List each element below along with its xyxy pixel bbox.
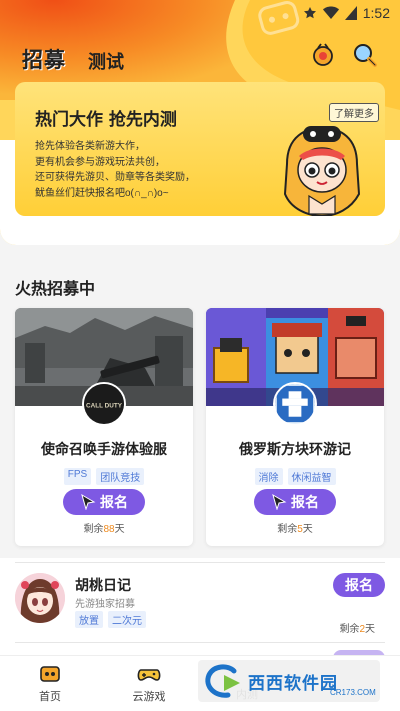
remain-suffix: 天 bbox=[114, 524, 125, 535]
remain-suffix: 天 bbox=[302, 524, 313, 535]
signal-icon bbox=[344, 6, 357, 20]
divider bbox=[15, 642, 385, 643]
remain-prefix: 剩余 bbox=[277, 524, 298, 535]
remain-number: 88 bbox=[103, 524, 115, 535]
game-tag: 消除 bbox=[254, 468, 283, 485]
game-logo bbox=[273, 382, 317, 426]
learn-more-button[interactable]: 了解更多 bbox=[329, 103, 379, 122]
star-icon bbox=[303, 7, 316, 19]
remain-prefix: 剩余 bbox=[339, 624, 360, 635]
banner-line: 抢先体验各类新游大作， bbox=[35, 141, 145, 152]
banner-line: 更有机会参与游戏玩法共创， bbox=[35, 156, 165, 168]
remaining-days: 剩余2天 bbox=[339, 620, 375, 635]
wifi-icon bbox=[322, 6, 339, 19]
game-name: 使命召唤手游体验服 bbox=[41, 442, 167, 458]
banner-line: 还可获得先游贝、勋章等各类奖励， bbox=[35, 172, 195, 183]
mascot-illustration bbox=[283, 126, 361, 216]
status-bar: 1:52 bbox=[0, 0, 400, 26]
recruit-card[interactable]: CALL DUTY 使命召唤手游体验服 FPS 团队竞技 报名 剩余88天 bbox=[15, 308, 193, 546]
nav-cloud-label: 云游戏 bbox=[132, 691, 166, 703]
list-item-tags: 放置 二次元 bbox=[75, 611, 146, 628]
cursor-icon bbox=[272, 494, 287, 510]
search-icon[interactable] bbox=[352, 42, 378, 68]
game-tag: 休闲益智 bbox=[287, 468, 336, 485]
remaining-days: 剩余5天 bbox=[206, 520, 384, 535]
top-tabs: 招募 测试 bbox=[22, 44, 124, 74]
status-time: 1:52 bbox=[362, 5, 390, 21]
divider bbox=[15, 562, 385, 563]
game-name: 俄罗斯方块环游记 bbox=[239, 442, 351, 458]
apply-button[interactable]: 报名 bbox=[333, 573, 385, 597]
tab-test[interactable]: 测试 bbox=[88, 48, 124, 74]
list-item-name: 胡桃日记 bbox=[75, 578, 131, 594]
header-icons bbox=[310, 42, 378, 68]
tab-recruit[interactable]: 招募 bbox=[22, 44, 66, 74]
home-icon bbox=[40, 666, 60, 682]
game-logo-text: CALL DUTY bbox=[86, 403, 123, 410]
game-tags: 消除 休闲益智 bbox=[206, 468, 384, 485]
remain-suffix: 天 bbox=[365, 624, 375, 635]
list-item-subtitle: 先游独家招募 bbox=[75, 599, 135, 610]
nav-cloud-game[interactable]: 云游戏 bbox=[119, 664, 179, 704]
recruit-list: 胡桃日记 先游独家招募 放置 二次元 报名 剩余2天 bbox=[0, 558, 400, 660]
apply-button[interactable]: 报名 bbox=[63, 489, 145, 515]
apply-button-label: 报名 bbox=[291, 495, 319, 511]
game-avatar bbox=[15, 573, 65, 623]
remaining-days: 剩余88天 bbox=[15, 520, 193, 535]
watermark-logo-icon bbox=[205, 664, 240, 698]
cursor-icon bbox=[81, 494, 96, 510]
gift-medal-icon[interactable] bbox=[310, 42, 336, 68]
watermark-domain: CR173.COM bbox=[330, 688, 376, 697]
gamepad-icon bbox=[137, 669, 161, 681]
section-title: 火热招募中 bbox=[15, 279, 96, 298]
banner-description: 抢先体验各类新游大作， 更有机会参与游戏玩法共创， 还可获得先游贝、勋章等各类奖… bbox=[35, 139, 235, 201]
remain-prefix: 剩余 bbox=[83, 524, 104, 535]
list-item[interactable]: 胡桃日记 先游独家招募 放置 二次元 报名 剩余2天 bbox=[15, 573, 385, 643]
banner-title: 热门大作 抢先内测 bbox=[35, 110, 177, 130]
header: 1:52 招募 测试 热门大作 抢先内测 抢先体验各类新游大作， 更有机会参与游… bbox=[0, 0, 400, 245]
nav-home[interactable]: 首页 bbox=[20, 664, 80, 704]
watermark-overlay: 西西软件园 CR173.COM bbox=[198, 660, 380, 702]
game-tag: 二次元 bbox=[108, 611, 146, 628]
game-tag: FPS bbox=[63, 468, 92, 485]
apply-button[interactable]: 报名 bbox=[254, 489, 336, 515]
apply-button-label: 报名 bbox=[100, 495, 128, 511]
promo-banner[interactable]: 热门大作 抢先内测 抢先体验各类新游大作， 更有机会参与游戏玩法共创， 还可获得… bbox=[15, 82, 385, 216]
game-logo: CALL DUTY bbox=[82, 382, 126, 426]
recruit-card[interactable]: 俄罗斯方块环游记 消除 休闲益智 报名 剩余5天 bbox=[206, 308, 384, 546]
game-tag: 放置 bbox=[75, 611, 103, 628]
game-tags: FPS 团队竞技 bbox=[15, 468, 193, 485]
banner-line: 鱿鱼丝们赶快报名吧o(∩_∩)o~ bbox=[35, 187, 169, 199]
watermark-brand: 西西软件园 bbox=[248, 673, 338, 694]
nav-home-label: 首页 bbox=[39, 691, 61, 703]
game-tag: 团队竞技 bbox=[96, 468, 145, 485]
